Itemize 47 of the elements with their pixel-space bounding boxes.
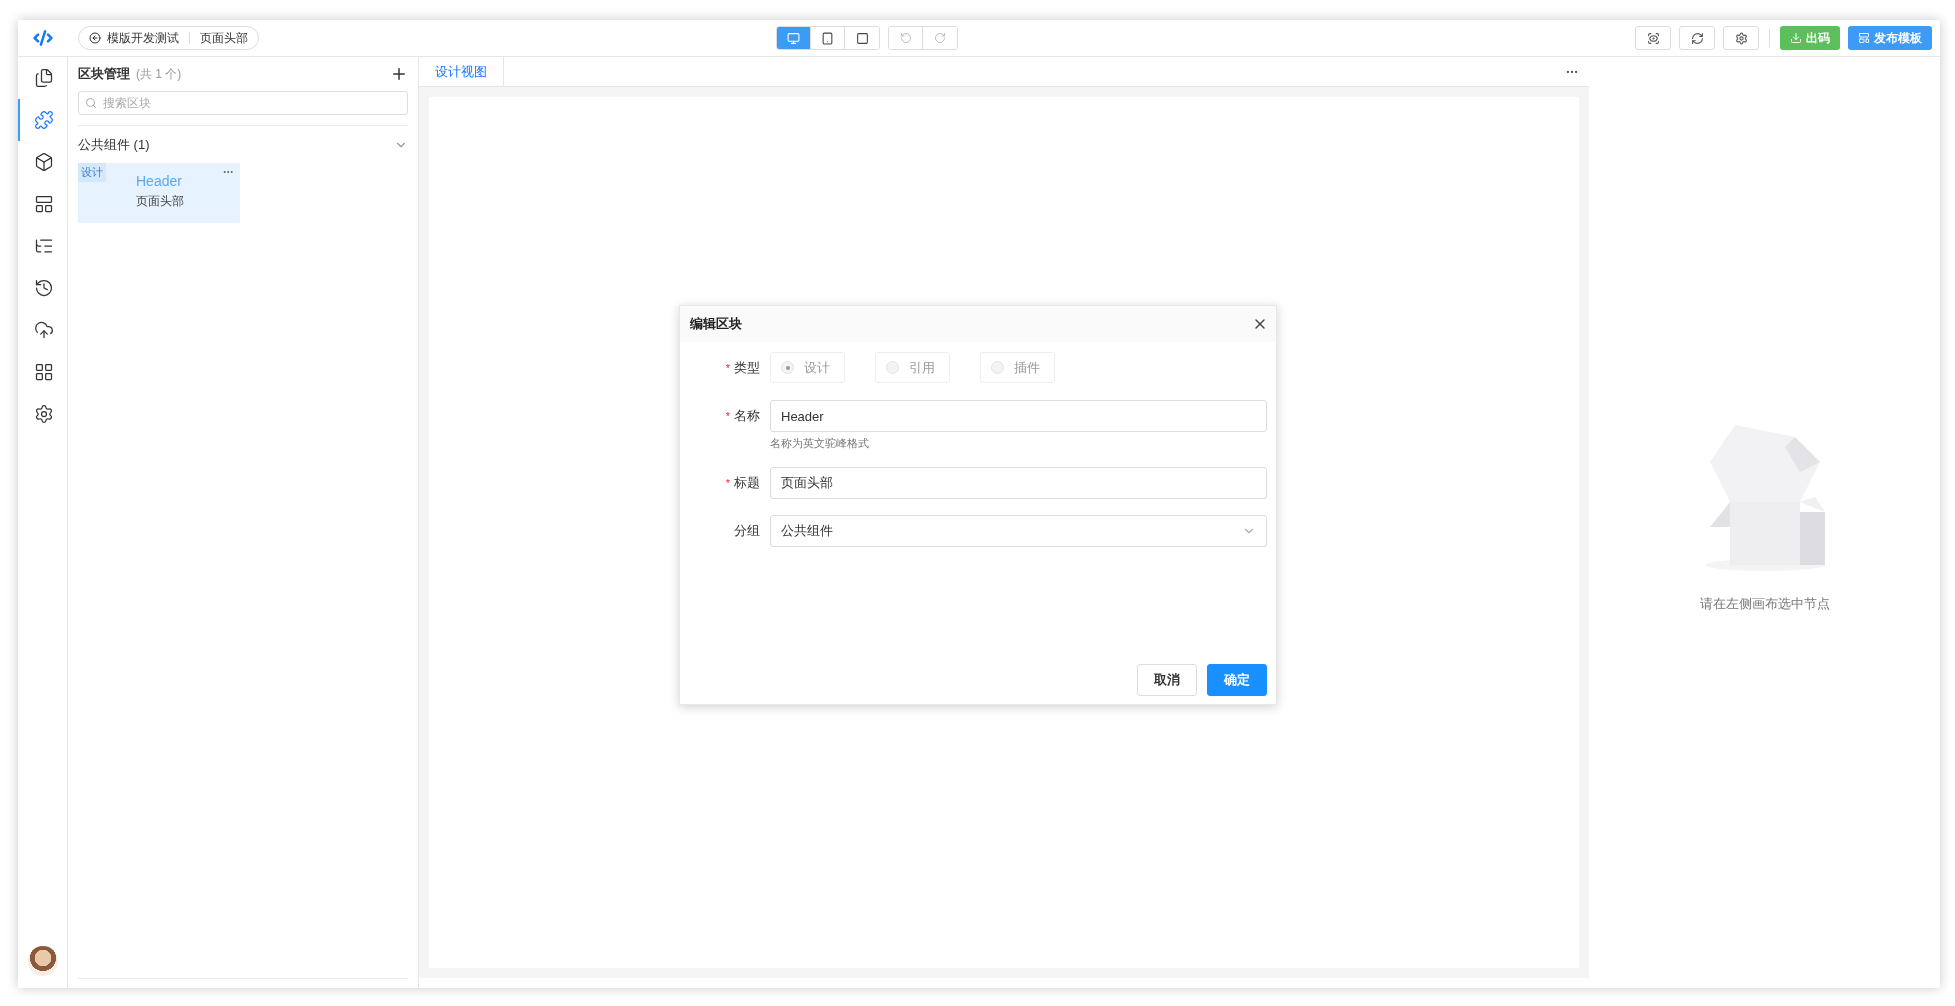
field-label: * 类型 <box>724 359 760 377</box>
cancel-button[interactable]: 取消 <box>1137 664 1197 696</box>
grid-icon <box>33 362 54 382</box>
template-icon <box>1858 32 1870 44</box>
redo-icon <box>934 32 946 44</box>
settings-icon <box>1734 31 1748 45</box>
group-title: 公共组件 (1) <box>78 135 150 154</box>
field-label: * 标题 <box>724 474 760 492</box>
block-card[interactable]: 设计 Header 页面头部 <box>78 163 240 223</box>
code-logo-icon <box>33 28 53 48</box>
panel-title: 区块管理 <box>78 65 130 83</box>
puzzle-icon <box>33 110 54 130</box>
input-field[interactable]: 页面头部 <box>770 467 1267 499</box>
pages-icon <box>33 68 54 88</box>
input-field[interactable]: Header <box>770 400 1267 432</box>
block-tag: 设计 <box>78 163 106 182</box>
undo-icon <box>899 32 912 44</box>
cloud-icon <box>33 320 54 340</box>
field-label: * 名称 <box>724 407 760 425</box>
layout-icon <box>33 194 54 214</box>
block-title: 页面头部 <box>136 193 184 210</box>
add-icon[interactable] <box>390 65 408 83</box>
desktop-icon <box>787 31 800 45</box>
refresh-icon <box>1690 31 1704 45</box>
cube-icon <box>33 152 54 172</box>
user-avatar[interactable] <box>27 946 58 976</box>
search-field[interactable]: 搜索区块 <box>78 91 408 115</box>
screen-icon <box>855 31 869 45</box>
refresh-button[interactable] <box>1679 26 1715 50</box>
field-label: 分组 <box>733 522 760 540</box>
settings-icon <box>33 404 54 424</box>
breadcrumb-item: 页面头部 <box>200 29 248 47</box>
preview-icon <box>1646 31 1660 45</box>
search-icon <box>85 97 97 109</box>
preview-button[interactable] <box>1635 26 1671 50</box>
field-hint: 名称为英文驼峰格式 <box>770 436 870 451</box>
history-icon <box>33 278 54 298</box>
empty-message: 请在左侧画布选中节点 <box>1699 595 1830 613</box>
block-name: Header <box>136 173 182 189</box>
block-count: (共 1 个) <box>136 65 183 83</box>
breadcrumb-item: 模版开发测试 <box>107 29 179 47</box>
tablet-icon <box>821 31 834 45</box>
back-icon <box>89 32 101 44</box>
select-field[interactable]: 公共组件 <box>770 515 1267 547</box>
dialog-title: 编辑区块 <box>690 315 742 333</box>
download-icon <box>1790 32 1802 44</box>
settings-button[interactable] <box>1723 26 1759 50</box>
